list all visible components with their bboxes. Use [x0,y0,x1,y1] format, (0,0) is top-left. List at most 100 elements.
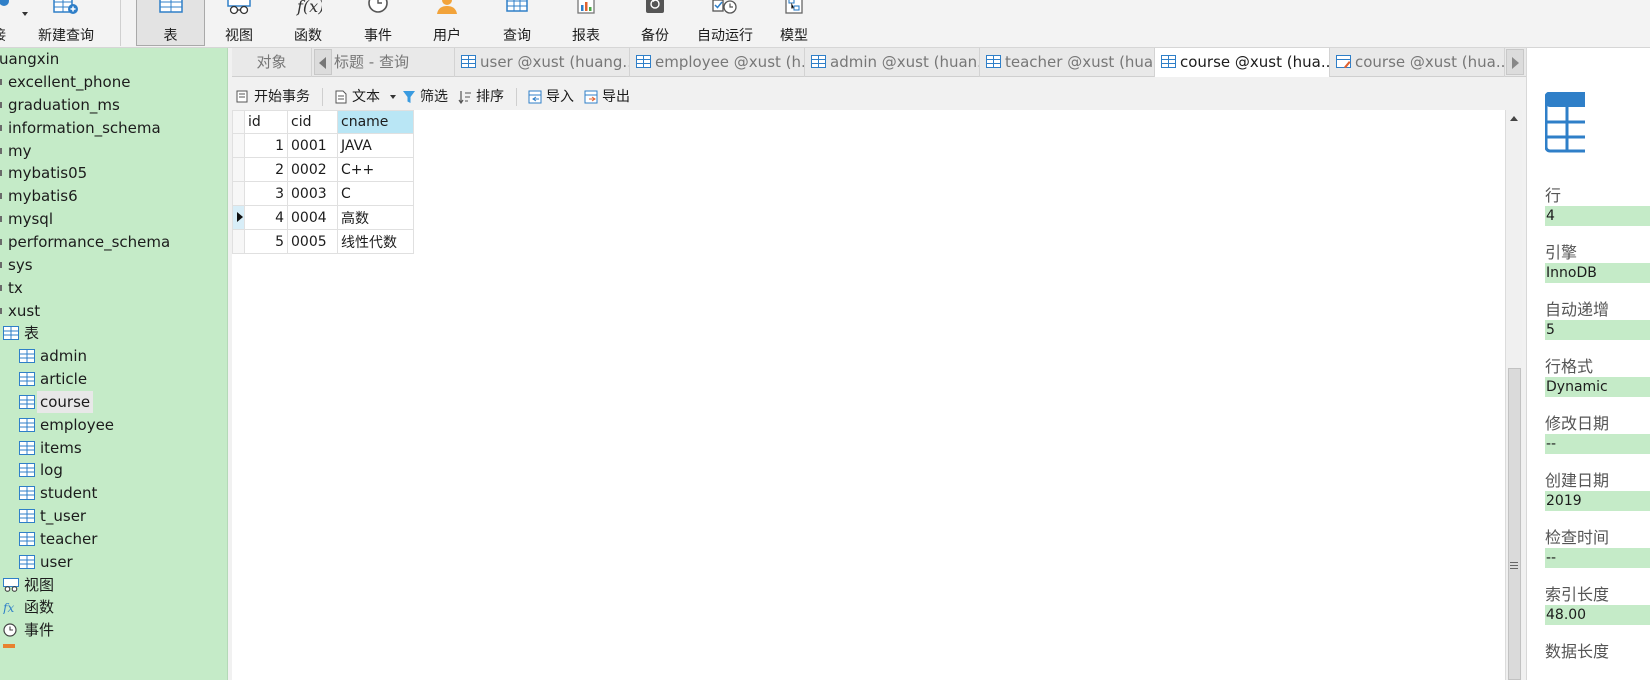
row-selector[interactable] [232,133,245,158]
table-icon [19,372,35,386]
table-icon [158,0,183,13]
toolbar-connection-button[interactable]: 接 [0,0,22,46]
database-icon [0,262,2,268]
cell-id[interactable]: 3 [244,181,288,206]
column-header-id[interactable]: id [244,110,288,134]
backup-icon [646,0,664,13]
info-label-rows: 行 [1545,186,1562,205]
main-toolbar: 接 新建查询 表 视图 f(x) 函数 [0,0,1650,48]
toolbar-report-button[interactable]: 报表 [553,0,619,46]
table-icon [811,55,826,68]
toolbar-view-button[interactable]: 视图 [206,0,272,46]
tab-scroll-right-button[interactable] [1506,49,1524,75]
tab-course-design[interactable]: course @xust (hua... [1330,48,1505,77]
grid-vertical-scrollbar[interactable] [1505,110,1522,680]
tab-course-table-active[interactable]: course @xust (hua... [1155,48,1330,77]
report-icon [577,0,595,14]
info-label-check-time: 检查时间 [1545,528,1610,547]
info-value-modified-date: -- [1545,434,1650,454]
info-value-auto-increment: 5 [1545,320,1650,340]
table-icon [19,441,35,455]
tab-teacher-table[interactable]: teacher @xust (hua... [980,48,1155,77]
tab-employee-table[interactable]: employee @xust (h... [630,48,805,77]
tab-scroll-left-button[interactable] [314,49,332,75]
column-header-cname[interactable]: cname [337,110,414,134]
table-row[interactable]: 2 0002 C++ [232,157,414,182]
table-icon [986,55,1001,68]
table-icon [19,555,35,569]
toolbar-event-button[interactable]: 事件 [344,0,412,46]
database-icon [0,125,2,131]
column-header-cid[interactable]: cid [287,110,338,134]
table-row[interactable]: 3 0003 C [232,181,414,206]
svg-text:fx: fx [3,601,14,614]
info-label-data-length: 数据长度 [1545,642,1610,661]
chevron-down-icon[interactable] [22,12,28,16]
function-icon: fx [3,601,14,614]
database-icon [0,285,2,291]
chevron-right-icon [1512,57,1519,69]
cell-id[interactable]: 2 [244,157,288,182]
info-value-row-format: Dynamic [1545,377,1650,397]
cell-id[interactable]: 1 [244,133,288,158]
cell-id[interactable]: 4 [244,205,288,230]
table-row-current[interactable]: 4 0004 高数 [232,205,414,230]
table-toolbar: 开始事务 文本 筛选 排序 导入 导出 [232,82,1526,110]
row-selector[interactable] [232,205,245,230]
table-icon [19,532,35,546]
table-icon [3,326,19,340]
tab-objects[interactable]: 对象 [232,48,312,77]
cell-cname[interactable]: 线性代数 [337,229,414,254]
scroll-up-icon[interactable] [1510,116,1518,121]
database-icon [0,239,2,245]
database-icon [0,308,2,314]
chevron-left-icon [319,57,326,69]
auto-run-icon [712,0,737,14]
database-icon [0,170,2,176]
cell-cname[interactable]: C [337,181,414,206]
tab-untitled-query[interactable]: 标题 - 查询 [332,48,455,77]
toolbar-backup-button[interactable]: 备份 [622,0,688,46]
toolbar-new-query-button[interactable]: 新建查询 [32,0,100,46]
table-icon [19,463,35,477]
clock-icon [3,623,17,637]
table-icon [19,349,35,363]
table-design-icon [1336,55,1351,68]
cell-cname[interactable]: JAVA [337,133,414,158]
row-selector[interactable] [232,157,245,182]
database-icon [0,148,2,154]
cell-cname[interactable]: 高数 [337,205,414,230]
object-info-panel: 行 4 引擎 InnoDB 自动递增 5 行格式 Dynamic 修改日期 --… [1526,48,1650,680]
table-icon [1161,55,1176,68]
toolbar-table-button[interactable]: 表 [136,0,205,46]
toolbar-function-button[interactable]: f(x) 函数 [275,0,341,46]
table-icon [1545,92,1585,153]
cell-cid[interactable]: 0001 [287,133,338,158]
cell-cname[interactable]: C++ [337,157,414,182]
table-icon [461,55,476,68]
toolbar-model-button[interactable]: 模型 [761,0,827,46]
toolbar-user-button[interactable]: 用户 [414,0,480,46]
table-row[interactable]: 5 0005 线性代数 [232,229,414,254]
row-selector[interactable] [232,229,245,254]
tab-admin-table[interactable]: admin @xust (huan... [805,48,980,77]
import-icon [528,90,542,104]
tab-user-table[interactable]: user @xust (huang... [455,48,630,77]
table-icon [19,486,35,500]
info-label-row-format: 行格式 [1545,357,1594,376]
view-icon [227,0,251,15]
cell-cid[interactable]: 0005 [287,229,338,254]
scrollbar-thumb[interactable] [1508,368,1521,680]
table-row[interactable]: 1 0001 JAVA [232,133,414,158]
database-icon [0,216,2,222]
export-icon [584,90,598,104]
cell-cid[interactable]: 0004 [287,205,338,230]
toolbar-auto-run-button[interactable]: 自动运行 [692,0,758,46]
row-selector-header[interactable] [232,110,245,134]
cell-id[interactable]: 5 [244,229,288,254]
info-label-index-length: 索引长度 [1545,585,1610,604]
row-selector[interactable] [232,181,245,206]
cell-cid[interactable]: 0002 [287,157,338,182]
toolbar-query-button[interactable]: 查询 [483,0,551,46]
cell-cid[interactable]: 0003 [287,181,338,206]
